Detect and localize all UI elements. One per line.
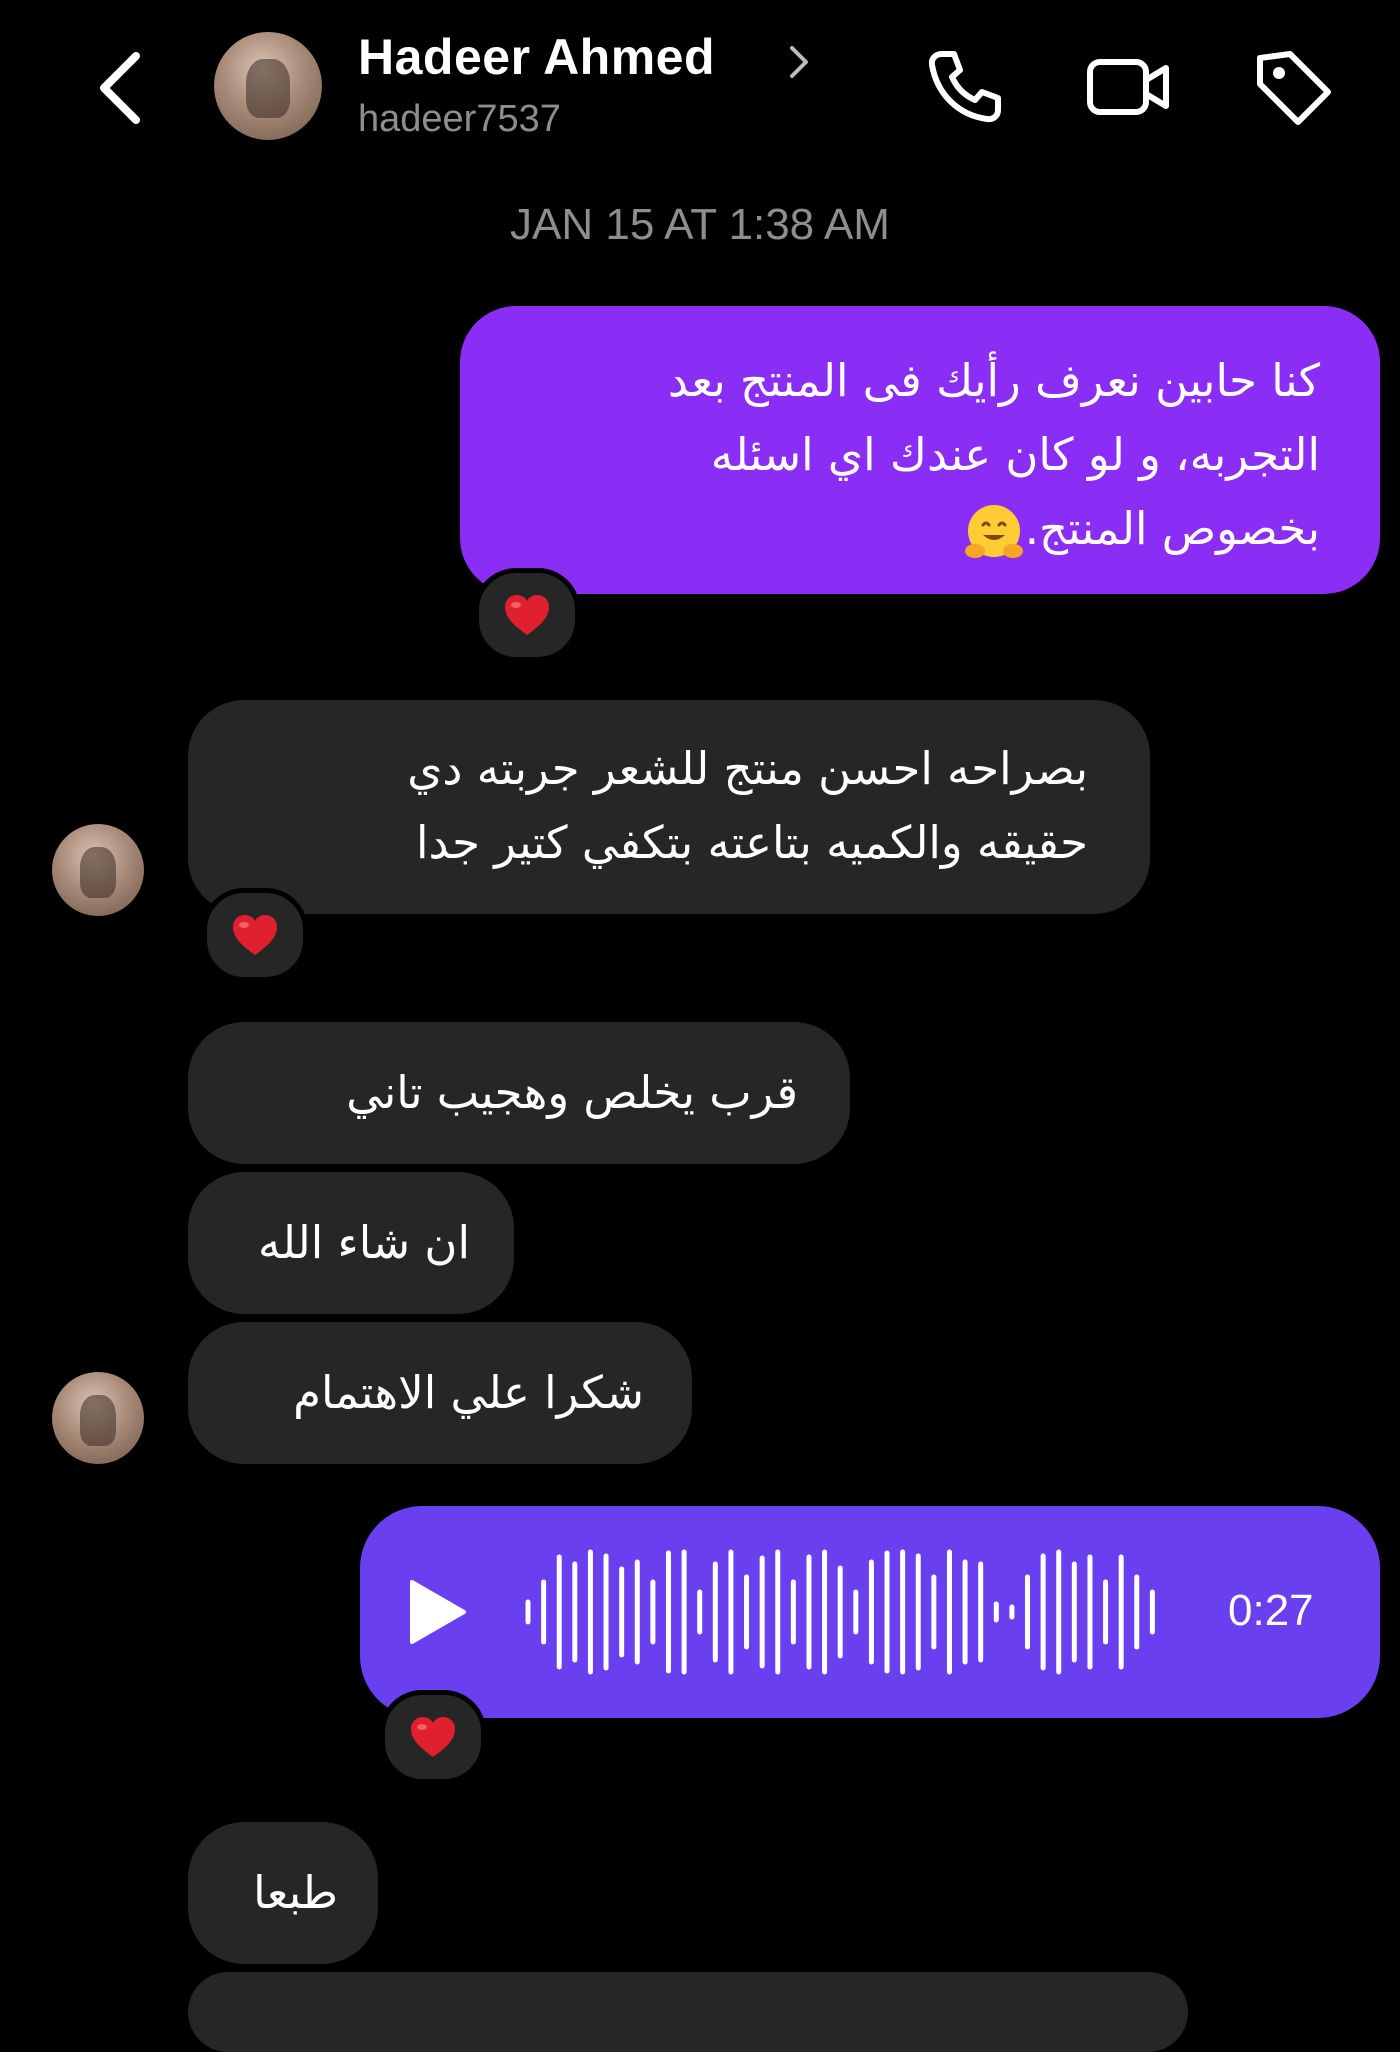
- hugging-face-emoji-icon: [964, 505, 1023, 558]
- contact-name[interactable]: Hadeer Ahmed: [358, 28, 715, 86]
- audio-waveform[interactable]: [522, 1542, 1162, 1682]
- voice-duration: 0:27: [1228, 1586, 1314, 1635]
- chevron-right-icon[interactable]: [784, 42, 814, 82]
- message-line: قرب يخلص وهجيب تاني: [346, 1066, 798, 1119]
- message-line: كنا حابين نعرف رأيك فى المنتج بعد: [667, 354, 1320, 407]
- video-call-button[interactable]: [1086, 44, 1172, 130]
- reaction-badge[interactable]: [474, 568, 580, 662]
- voice-message[interactable]: 0:27: [360, 1506, 1380, 1718]
- play-icon[interactable]: [406, 1578, 468, 1646]
- message-line: ان شاء الله: [258, 1216, 470, 1269]
- reaction-badge[interactable]: [380, 1690, 486, 1784]
- message-line: حقيقه والكميه بتاعته بتكفي كتير جدا: [415, 816, 1088, 869]
- contact-avatar[interactable]: [214, 32, 322, 140]
- red-heart-icon: [411, 1717, 455, 1757]
- message-line: بصراحه احسن منتج للشعر جربته دي: [407, 742, 1088, 795]
- message-line: طبعا: [253, 1866, 338, 1919]
- label-tag-button[interactable]: [1250, 44, 1336, 130]
- outgoing-message[interactable]: كنا حابين نعرف رأيك فى المنتج بعد التجرب…: [460, 306, 1380, 594]
- incoming-message[interactable]: شكرا علي الاهتمام: [188, 1322, 692, 1464]
- incoming-message[interactable]: قرب يخلص وهجيب تاني: [188, 1022, 850, 1164]
- back-chevron-icon: [100, 52, 140, 124]
- message-line: بخصوص المنتج.: [500, 492, 1320, 566]
- reaction-badge[interactable]: [202, 888, 308, 982]
- red-heart-icon: [233, 915, 277, 955]
- message-timestamp: JAN 15 AT 1:38 AM: [510, 200, 890, 249]
- sender-avatar[interactable]: [52, 1372, 144, 1464]
- incoming-message[interactable]: ان شاء الله: [188, 1172, 514, 1314]
- message-line: شكرا علي الاهتمام: [293, 1366, 644, 1419]
- phone-icon: [928, 51, 1001, 123]
- phone-call-button[interactable]: [920, 44, 1006, 130]
- sender-avatar[interactable]: [52, 824, 144, 916]
- contact-username: hadeer7537: [358, 98, 561, 140]
- incoming-message[interactable]: طبعا: [188, 1822, 378, 1964]
- red-heart-icon: [505, 595, 549, 635]
- video-camera-icon: [1087, 59, 1169, 115]
- back-button[interactable]: [84, 38, 164, 138]
- incoming-message[interactable]: بصراحه احسن منتج للشعر جربته دي حقيقه وا…: [188, 700, 1150, 914]
- tag-icon: [1257, 51, 1331, 125]
- message-line: التجربه، و لو كان عندك اي اسئله: [710, 428, 1320, 481]
- incoming-message-partial[interactable]: [188, 1972, 1188, 2052]
